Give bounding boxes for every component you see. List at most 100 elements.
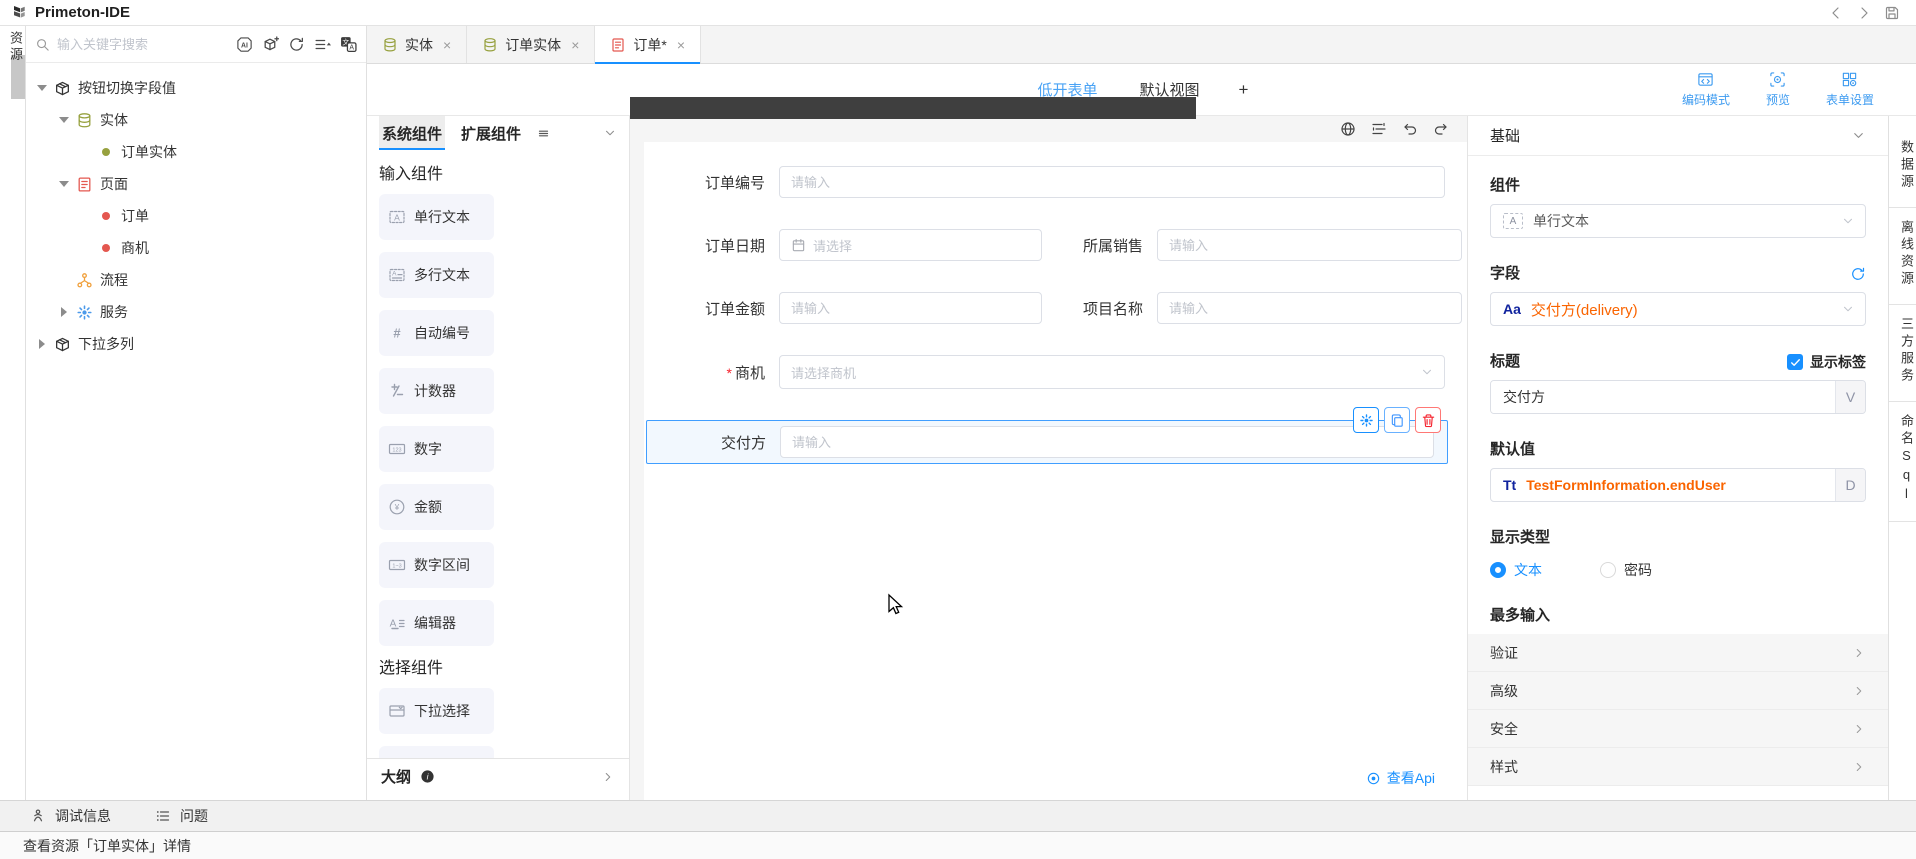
component-item-多行文本[interactable]: A多行文本 [379, 252, 494, 298]
tree-item-实体[interactable]: 实体 [26, 104, 366, 136]
debug-bar-调试信息[interactable]: 调试信息 [30, 806, 111, 826]
refresh-icon[interactable] [1850, 266, 1866, 282]
tree-caret-icon[interactable] [58, 179, 69, 190]
tree-item-订单[interactable]: 订单 [26, 200, 366, 232]
properties-header[interactable]: 基础 [1468, 116, 1888, 156]
properties-header-label: 基础 [1490, 125, 1520, 146]
field-input[interactable] [791, 175, 1433, 190]
component-item-计数器[interactable]: 计数器 [379, 368, 494, 414]
show-label-checkbox[interactable] [1787, 354, 1803, 370]
default-variable-button[interactable]: D [1835, 469, 1865, 501]
tree-caret-icon[interactable] [36, 339, 47, 350]
tree-caret-icon[interactable] [58, 115, 69, 126]
field-delete-button[interactable] [1415, 407, 1441, 433]
display-type-radio-文本[interactable]: 文本 [1490, 560, 1542, 580]
component-item-数字[interactable]: 123数字 [379, 426, 494, 472]
editor-tab-实体[interactable]: 实体× [367, 26, 467, 63]
rail-tab-命名Sql[interactable]: 命名Sql [1889, 402, 1916, 522]
cube-plus-icon[interactable] [262, 36, 279, 53]
tree-item-页面[interactable]: 页面 [26, 168, 366, 200]
prop-section-安全[interactable]: 安全 [1468, 710, 1888, 748]
action-code-mode[interactable]: 编码模式 [1682, 71, 1730, 108]
component-item-单行文本[interactable]: A单行文本 [379, 194, 494, 240]
input-field-交付方[interactable] [780, 426, 1434, 458]
field-input[interactable] [791, 301, 1030, 316]
tree-item-订单实体[interactable]: 订单实体 [26, 136, 366, 168]
tab-close-icon[interactable]: × [571, 37, 579, 53]
selected-form-field[interactable]: 交付方 [646, 420, 1448, 464]
tree-caret-icon[interactable] [36, 83, 47, 94]
component-item-编辑器[interactable]: A编辑器 [379, 600, 494, 646]
tree-item-label: 商机 [121, 238, 149, 258]
check-icon [1790, 357, 1801, 368]
action-preview[interactable]: 预览 [1766, 71, 1790, 108]
palette-tab-系统组件[interactable]: 系统组件 [379, 116, 445, 150]
undo-icon[interactable] [1402, 121, 1418, 137]
palette-tab-扩展组件[interactable]: 扩展组件 [458, 116, 524, 150]
component-item-label: 金额 [414, 497, 442, 517]
rail-tab-数据源[interactable]: 数据源 [1889, 128, 1916, 208]
editor-tab-订单*[interactable]: 订单*× [595, 26, 701, 63]
tree-item-下拉多列[interactable]: 下拉多列 [26, 328, 366, 360]
title-variable-button[interactable]: V [1835, 381, 1865, 413]
select-field-商机[interactable]: 请选择商机 [779, 355, 1445, 389]
view-api-link[interactable]: 查看Api [1366, 768, 1435, 788]
date-field-订单日期[interactable]: 请选择 [779, 229, 1042, 261]
default-value-field[interactable]: Tt TestFormInformation.endUser [1491, 469, 1835, 501]
globe-icon[interactable] [1340, 121, 1356, 137]
database-icon [76, 112, 93, 129]
editor-tab-订单实体[interactable]: 订单实体× [467, 26, 595, 63]
rail-tab-离线资源[interactable]: 离线资源 [1889, 208, 1916, 305]
field-input[interactable] [1169, 238, 1450, 253]
field-input[interactable] [792, 435, 1422, 450]
tree-item-按钮切换字段值[interactable]: 按钮切换字段值 [26, 72, 366, 104]
collapse-list-icon[interactable] [314, 36, 331, 53]
ai-icon[interactable]: AI [236, 36, 253, 53]
redo-icon[interactable] [1433, 121, 1449, 137]
save-icon[interactable] [1884, 5, 1900, 21]
palette-menu-icon[interactable] [537, 127, 550, 140]
tree-caret-icon[interactable] [58, 307, 69, 318]
tree-item-label: 页面 [100, 174, 128, 194]
chevron-down-icon [1420, 365, 1434, 379]
field-select[interactable]: Aa 交付方(delivery) [1490, 292, 1866, 326]
component-item-金额[interactable]: ¥金额 [379, 484, 494, 530]
tab-close-icon[interactable]: × [443, 37, 451, 53]
component-select[interactable]: A 单行文本 [1490, 204, 1866, 238]
chevron-right-icon[interactable] [601, 770, 615, 784]
chevron-down-icon[interactable] [1851, 128, 1866, 143]
component-item-自动编号[interactable]: #自动编号 [379, 310, 494, 356]
input-field-项目名称[interactable] [1157, 292, 1462, 324]
field-settings-button[interactable] [1353, 407, 1379, 433]
component-item-下拉选择[interactable]: 下拉选择 [379, 688, 494, 734]
tree-item-商机[interactable]: 商机 [26, 232, 366, 264]
debug-bar-问题[interactable]: 问题 [155, 806, 208, 826]
title-input[interactable] [1491, 381, 1835, 413]
outline-list-icon[interactable] [1371, 121, 1387, 137]
tree-item-服务[interactable]: 服务 [26, 296, 366, 328]
prop-section-验证[interactable]: 验证 [1468, 634, 1888, 672]
refresh-icon[interactable] [288, 36, 305, 53]
tree-item-label: 订单实体 [121, 142, 177, 162]
action-form-settings[interactable]: 表单设置 [1826, 71, 1874, 108]
palette-collapse-icon[interactable] [603, 126, 617, 140]
activity-tab-resources[interactable]: 资源 [0, 31, 25, 63]
input-field-订单编号[interactable] [779, 166, 1445, 198]
input-field-所属销售[interactable] [1157, 229, 1462, 261]
field-input[interactable] [1169, 301, 1450, 316]
field-copy-button[interactable] [1384, 407, 1410, 433]
nav-forward-icon[interactable] [1856, 5, 1872, 21]
rail-tab-三方服务[interactable]: 三方服务 [1889, 305, 1916, 402]
nav-back-icon[interactable] [1828, 5, 1844, 21]
tree-item-流程[interactable]: 流程 [26, 264, 366, 296]
display-type-radio-密码[interactable]: 密码 [1600, 560, 1652, 580]
outline-row[interactable]: 大纲 i [367, 758, 629, 794]
prop-section-样式[interactable]: 样式 [1468, 748, 1888, 786]
tab-close-icon[interactable]: × [677, 37, 685, 53]
search-input[interactable] [57, 37, 229, 52]
component-item-数字区间[interactable]: 1~3数字区间 [379, 542, 494, 588]
add-view-button[interactable]: + [1239, 80, 1249, 100]
input-field-订单金额[interactable] [779, 292, 1042, 324]
prop-section-高级[interactable]: 高级 [1468, 672, 1888, 710]
translate-icon[interactable]: 文A [340, 36, 357, 53]
